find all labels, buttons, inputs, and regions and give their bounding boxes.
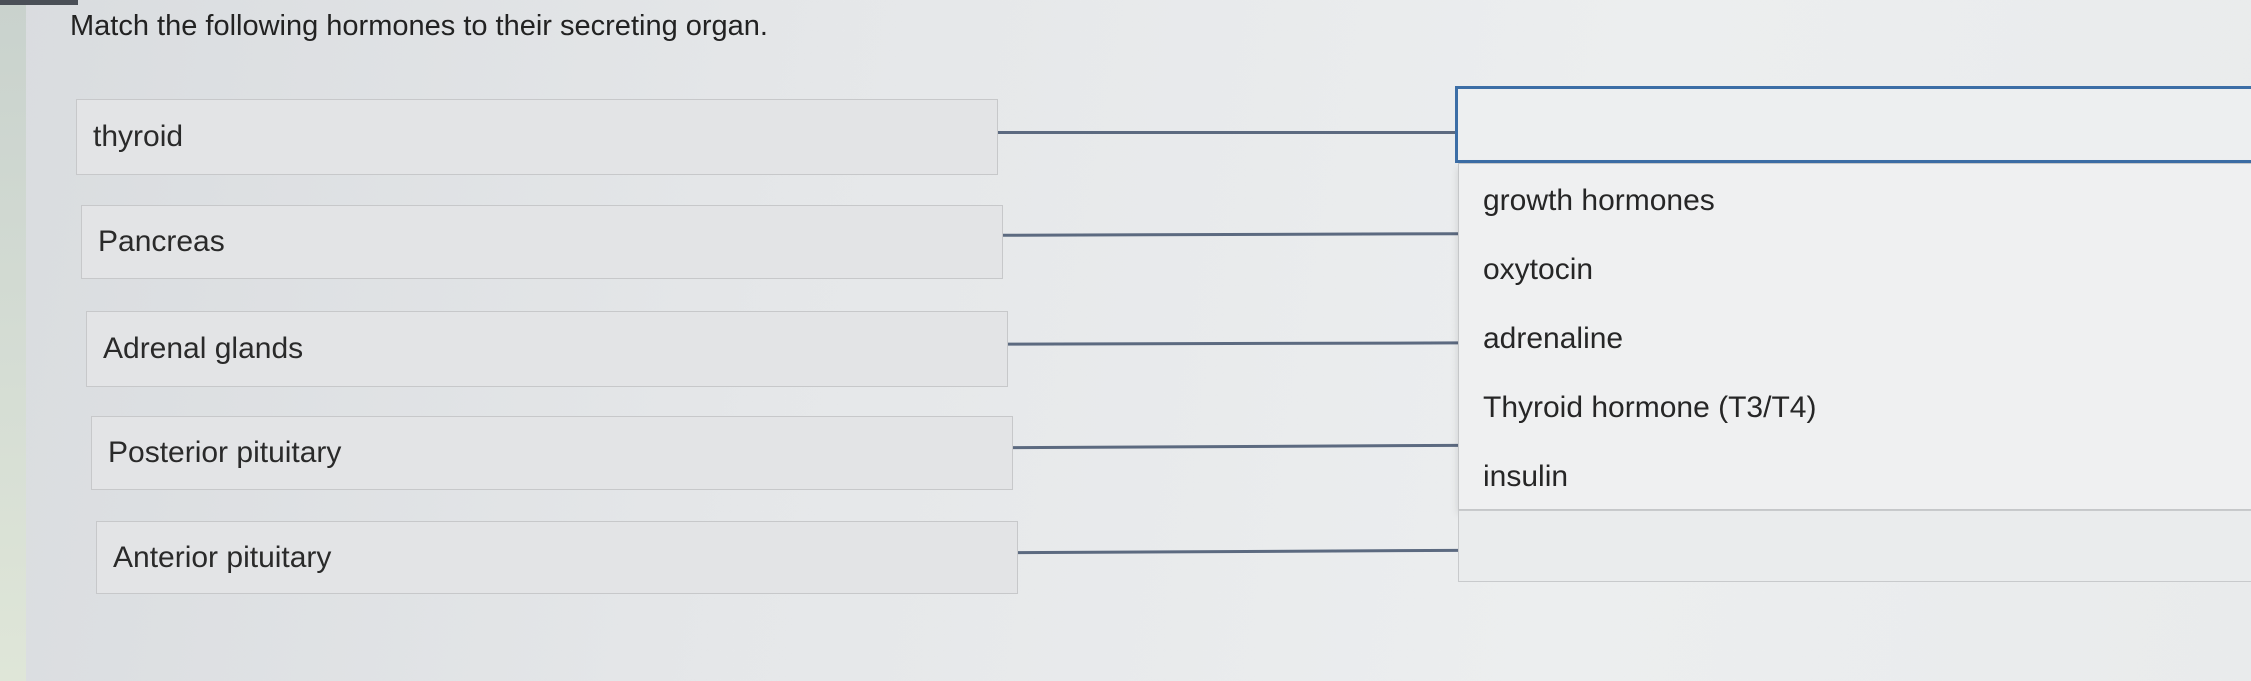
answer-options-list: growth hormones oxytocin adrenaline Thyr…	[1458, 163, 2251, 510]
prompt-box-thyroid: thyroid	[76, 99, 998, 175]
prompt-box-anterior-pituitary: Anterior pituitary	[96, 521, 1018, 594]
option-insulin[interactable]: insulin	[1483, 460, 1568, 494]
option-oxytocin[interactable]: oxytocin	[1483, 253, 1593, 287]
prompt-box-adrenal-glands: Adrenal glands	[86, 311, 1008, 387]
top-tab-indicator	[0, 0, 78, 5]
connector-line	[1002, 232, 1459, 237]
prompt-label: Adrenal glands	[103, 332, 304, 365]
prompt-box-posterior-pituitary: Posterior pituitary	[91, 416, 1013, 490]
option-growth-hormones[interactable]: growth hormones	[1483, 184, 1715, 218]
prompt-label: Pancreas	[98, 225, 225, 258]
question-text: Match the following hormones to their se…	[70, 10, 768, 42]
connector-line	[1017, 548, 1459, 555]
option-thyroid-hormone[interactable]: Thyroid hormone (T3/T4)	[1483, 391, 1816, 425]
connector-line	[1012, 443, 1459, 450]
answer-dropdown-anterior-pituitary[interactable]	[1458, 510, 2251, 582]
prompt-label: Anterior pituitary	[113, 540, 332, 574]
answer-dropdown-active[interactable]	[1455, 86, 2251, 163]
left-page-edge	[0, 0, 26, 681]
connector-line	[998, 131, 1456, 134]
prompt-label: thyroid	[93, 120, 184, 153]
connector-line	[1007, 341, 1459, 346]
prompt-label: Posterior pituitary	[108, 436, 342, 469]
option-adrenaline[interactable]: adrenaline	[1483, 322, 1623, 356]
prompt-box-pancreas: Pancreas	[81, 205, 1003, 279]
